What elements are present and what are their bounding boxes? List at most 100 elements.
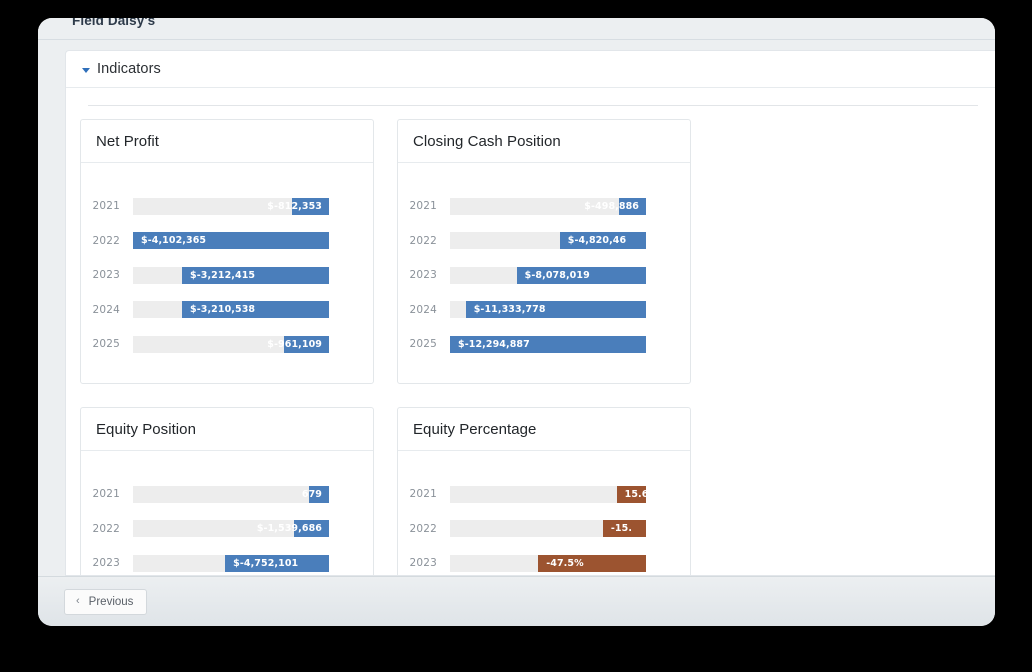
bar-track: $-3,210,538	[133, 301, 329, 319]
bar-row: 2021 679	[81, 477, 373, 512]
bar-row: 2023 $-3,212,415	[81, 258, 373, 293]
previous-button-label: Previous	[88, 595, 134, 608]
bar-fill[interactable]: $-3,210,538	[182, 301, 329, 319]
bar-fill[interactable]: $-4,102,365	[133, 232, 329, 250]
bar-row: 2022 -15.	[398, 512, 690, 547]
bar-row: 2021 $-498,886	[398, 189, 690, 224]
bar-row: 2025 $-12,294,887	[398, 327, 690, 362]
bar-value-label: $-12,294,887	[458, 338, 530, 350]
indicator-card: Equity Position 2021 679 2022 $-1,539,686 202…	[80, 407, 374, 575]
indicator-cards-grid: Net Profit 2021 $-812,353 2022 $-4,102,365 20…	[66, 106, 995, 575]
indicators-section-label: Indicators	[97, 61, 161, 77]
window-title-bar: Field Daisy's	[38, 18, 995, 40]
indicator-card-header: Equity Percentage	[398, 408, 690, 451]
bar-value-label: -47.5%	[546, 557, 584, 569]
bar-track: -47.5%	[450, 554, 646, 572]
bar-row-category-label: 2024	[92, 303, 120, 316]
bar-fill[interactable]: $-3,212,415	[182, 266, 329, 284]
bar-row: 2022 $-4,102,365	[81, 224, 373, 259]
bar-row: 2021 15.6	[398, 477, 690, 512]
indicator-card-title: Net Profit	[96, 132, 160, 150]
bar-track: $-1,539,686	[133, 520, 329, 538]
bar-row: 2024 $-11,333,778	[398, 293, 690, 328]
bar-value-label: -15.	[610, 523, 633, 535]
bar-row: 2023 -47.5%	[398, 546, 690, 575]
bar-value-label: 679	[301, 488, 322, 500]
bar-value-label: $-4,102,365	[141, 235, 207, 247]
indicator-card: Net Profit 2021 $-812,353 2022 $-4,102,365 20…	[80, 119, 374, 384]
chevron-down-icon[interactable]	[82, 67, 90, 73]
bar-row-category-label: 2022	[409, 234, 437, 247]
bar-row-category-label: 2022	[92, 234, 120, 247]
bar-fill[interactable]: $-961,109	[267, 335, 329, 353]
bar-fill[interactable]: -47.5%	[538, 554, 646, 572]
bar-row-category-label: 2025	[409, 338, 437, 351]
bar-fill[interactable]: $-12,294,887	[450, 335, 646, 353]
indicators-section-header[interactable]: Indicators	[66, 51, 995, 88]
bar-track: $-12,294,887	[450, 335, 646, 353]
app-window: Field Daisy's Indicators Net Profit 2021 $…	[38, 18, 995, 626]
bar-fill[interactable]: $-498,886	[584, 197, 646, 215]
bar-track: 15.6	[450, 485, 649, 503]
indicator-card-header: Net Profit	[81, 120, 373, 163]
bar-fill[interactable]: -15.	[602, 520, 646, 538]
bar-value-label: $-4,752,101	[233, 557, 299, 569]
bar-track: $-4,752,101	[133, 554, 329, 572]
bar-row-category-label: 2025	[92, 338, 120, 351]
indicator-card-body: 2021 $-498,886 2022 $-4,820,46 2023 $-8,078,0…	[398, 163, 690, 362]
bar-value-label: $-812,353	[267, 200, 322, 212]
bar-row-category-label: 2021	[409, 488, 437, 501]
bar-value-label: 15.6	[624, 488, 649, 500]
bar-track: $-3,212,415	[133, 266, 329, 284]
bar-track: 679	[133, 485, 329, 503]
bar-row-category-label: 2022	[92, 522, 120, 535]
bar-fill[interactable]: 679	[302, 485, 329, 503]
bar-track: $-4,102,365	[133, 232, 329, 250]
indicator-card-title: Equity Position	[96, 420, 196, 438]
indicator-card-body: 20216792022$-1,539,6862023$-4,752,101202…	[81, 451, 373, 575]
bar-track: $-8,078,019	[450, 266, 646, 284]
indicator-card: Closing Cash Position 2021 $-498,886 2022 $-…	[397, 119, 691, 384]
bar-fill[interactable]: $-8,078,019	[516, 266, 646, 284]
bar-track: $-961,109	[133, 335, 329, 353]
bar-row-category-label: 2023	[409, 557, 437, 570]
bar-row-category-label: 2021	[92, 200, 120, 213]
bar-value-label: $-498,886	[584, 200, 639, 212]
bar-row: 2023 $-8,078,019	[398, 258, 690, 293]
bar-value-label: $-4,820,46	[567, 235, 627, 247]
bar-track: $-498,886	[450, 197, 646, 215]
bar-track: $-812,353	[133, 197, 329, 215]
bar-fill[interactable]: $-812,353	[267, 197, 329, 215]
bar-row: 2025 $-961,109	[81, 327, 373, 362]
indicator-card: Equity Percentage 2021 15.6 2022 -15. 2023 -47…	[397, 407, 691, 575]
bar-value-label: $-3,212,415	[190, 269, 256, 281]
previous-button[interactable]: ‹ Previous	[64, 588, 148, 615]
bar-value-label: $-8,078,019	[524, 269, 590, 281]
indicator-card-title: Closing Cash Position	[413, 132, 561, 150]
bar-fill[interactable]: $-4,752,101	[225, 554, 329, 572]
indicator-card-title: Equity Percentage	[413, 420, 537, 438]
bar-fill[interactable]: $-1,539,686	[257, 520, 329, 538]
bar-row: 2022 $-4,820,46	[398, 224, 690, 259]
bar-row-category-label: 2023	[92, 557, 120, 570]
window-content-area: Indicators Net Profit 2021 $-812,353 2022 $-…	[38, 40, 995, 576]
bar-row: 2022 $-1,539,686	[81, 512, 373, 547]
bar-row-category-label: 2023	[92, 269, 120, 282]
indicator-card-body: 2021 15.6 2022 -15. 2023 -47.5%	[398, 451, 690, 575]
bar-fill[interactable]: $-4,820,46	[559, 232, 646, 250]
bar-value-label: $-11,333,778	[473, 304, 546, 316]
bar-row: 2024 $-3,210,538	[81, 293, 373, 328]
bar-track: $-11,333,778	[450, 301, 646, 319]
bar-value-label: $-961,109	[267, 338, 322, 350]
bar-row-category-label: 2022	[409, 522, 437, 535]
bar-track: $-4,820,46	[450, 232, 646, 250]
bar-fill[interactable]: 15.6	[616, 485, 649, 503]
indicator-card-header: Closing Cash Position	[398, 120, 690, 163]
bar-fill[interactable]: $-11,333,778	[465, 301, 646, 319]
chevron-left-icon: ‹	[76, 595, 80, 607]
bar-row: 2023 $-4,752,101	[81, 546, 373, 575]
bar-row-category-label: 2023	[409, 269, 437, 282]
page-title: Field Daisy's	[72, 18, 156, 28]
bar-row-category-label: 2021	[409, 200, 437, 213]
window-footer: ‹ Previous	[38, 576, 995, 626]
